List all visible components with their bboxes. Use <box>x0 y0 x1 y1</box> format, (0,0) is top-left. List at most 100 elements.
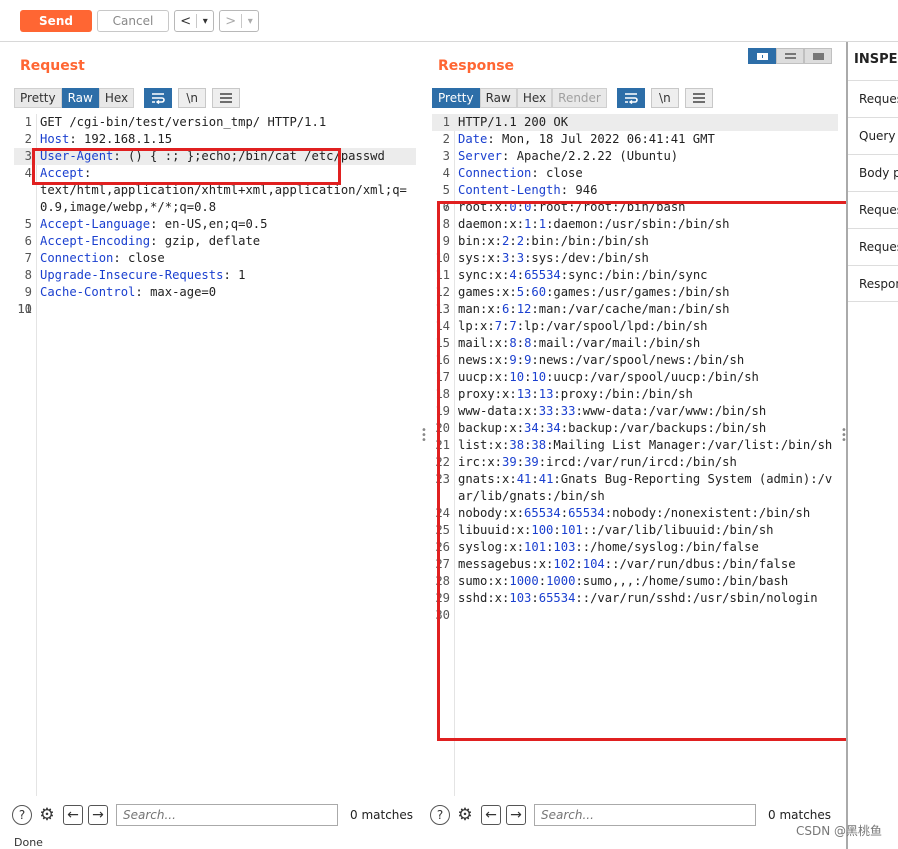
uid-number: 33 <box>538 404 554 418</box>
code-line: 21 list:x:38:38:Mailing List Manager:/var… <box>432 437 838 454</box>
help-icon[interactable]: ? <box>430 805 450 825</box>
passwd-separator: : <box>538 574 547 588</box>
request-editor[interactable]: 1 GET /cgi-bin/test/version_tmp/ HTTP/1.1… <box>14 114 416 796</box>
gid-number: 2 <box>516 234 525 248</box>
layout-stacked-icon[interactable] <box>776 48 804 64</box>
uid-number: 5 <box>516 285 525 299</box>
watermark: CSDN @黑桃鱼 <box>795 824 882 838</box>
arrow-right-icon[interactable]: → <box>88 805 108 825</box>
code-line: 15 mail:x:8:8:mail:/var/mail:/bin/sh <box>432 335 838 352</box>
newline-toggle-button[interactable]: \n <box>650 88 679 108</box>
cancel-button[interactable]: Cancel <box>97 10 169 32</box>
code-line: 20 backup:x:34:34:backup:/var/backups:/bi… <box>432 420 838 437</box>
gid-number: 1000 <box>546 574 576 588</box>
gear-icon[interactable]: ⚙ <box>37 805 57 825</box>
gear-icon[interactable]: ⚙ <box>455 805 475 825</box>
code-line: 27 messagebus:x:102:104::/var/run/dbus:/b… <box>432 556 838 573</box>
line-number: 4 <box>24 166 32 180</box>
drag-handle[interactable]: • • • <box>841 426 847 446</box>
response-editor[interactable]: 1 HTTP/1.1 200 OK 2 Date: Mon, 18 Jul 2022 … <box>432 114 838 796</box>
inspector-panel: INSPECTOR Request attributes Query param… <box>846 42 898 849</box>
layout-side-by-side-icon[interactable] <box>748 48 776 64</box>
code-line: 4 Connection: close <box>432 165 838 182</box>
code-line: 6 Accept-Encoding: gzip, deflate <box>14 233 416 250</box>
passwd-field: :uucp:/var/spool/uucp:/bin/sh <box>546 370 759 384</box>
response-search-input[interactable] <box>534 804 756 826</box>
tab-pretty[interactable]: Pretty <box>432 88 480 108</box>
code-line: 2 Date: Mon, 18 Jul 2022 06:41:41 GMT <box>432 131 838 148</box>
header-name: Cache-Control <box>40 285 136 299</box>
passwd-field: :Mailing List Manager:/var/list:/bin/sh <box>546 438 833 452</box>
header-name: Accept-Encoding <box>40 234 151 248</box>
passwd-separator: : <box>516 455 525 469</box>
layout-tabs-icon[interactable] <box>804 48 832 64</box>
send-button[interactable]: Send <box>20 10 92 32</box>
gid-number: 104 <box>582 557 605 571</box>
inspector-item[interactable]: Query parameters <box>848 117 898 154</box>
line-number: 26 <box>435 540 450 554</box>
header-value: : 192.168.1.15 <box>69 132 173 146</box>
arrow-left-icon[interactable]: ← <box>63 805 83 825</box>
line-number: 3 <box>442 149 450 163</box>
passwd-field: :bin:/bin:/bin/sh <box>524 234 649 248</box>
tab-hex[interactable]: Hex <box>98 88 135 108</box>
passwd-field: :www-data:/var/www:/bin/sh <box>575 404 767 418</box>
tab-pretty[interactable]: Pretty <box>14 88 62 108</box>
help-icon[interactable]: ? <box>12 805 32 825</box>
history-back-button[interactable]: < ▾ <box>174 10 214 32</box>
wrap-icon[interactable] <box>616 88 645 108</box>
passwd-separator: : <box>509 251 517 265</box>
line-number: 20 <box>435 421 450 435</box>
gid-number: 65534 <box>524 268 561 282</box>
inspector-item[interactable]: Request headers <box>848 228 898 265</box>
tab-raw[interactable]: Raw <box>479 88 517 108</box>
tab-hex[interactable]: Hex <box>516 88 553 108</box>
code-line: 9 bin:x:2:2:bin:/bin:/bin/sh <box>432 233 838 250</box>
wrap-icon[interactable] <box>144 88 173 108</box>
passwd-separator: : <box>531 387 539 401</box>
request-panel: Request Pretty Raw Hex \n 1 GET /cgi-bin/… <box>10 42 416 836</box>
inspector-item[interactable]: Request cookies <box>848 191 898 228</box>
line-number: 25 <box>435 523 450 537</box>
inspector-item[interactable]: Body parameters <box>848 154 898 191</box>
drag-handle[interactable]: • • • <box>421 426 427 446</box>
line-number: 1 <box>442 115 450 129</box>
line-number: 18 <box>435 387 450 401</box>
line-number: 2 <box>442 132 450 146</box>
history-forward-button[interactable]: > ▾ <box>219 10 259 32</box>
inspector-item[interactable]: Response headers <box>848 265 898 302</box>
gid-number: 34 <box>546 421 561 435</box>
newline-toggle-button[interactable]: \n <box>178 88 207 108</box>
code-line: 12 games:x:5:60:games:/usr/games:/bin/sh <box>432 284 838 301</box>
line-number: 16 <box>435 353 450 367</box>
passwd-field: mail:x: <box>458 336 510 350</box>
uid-number: 1000 <box>509 574 539 588</box>
menu-icon[interactable] <box>212 88 241 108</box>
code-line: 4 Accept: text/html,application/xhtml+xml… <box>14 165 416 216</box>
tab-raw[interactable]: Raw <box>61 88 99 108</box>
header-name: Connection <box>458 166 532 180</box>
passwd-separator: : <box>516 353 525 367</box>
passwd-field: :backup:/var/backups:/bin/sh <box>560 421 767 435</box>
arrow-right-icon[interactable]: → <box>506 805 526 825</box>
code-line: 9 Cache-Control: max-age=0 <box>14 284 416 301</box>
gid-number: 10 <box>531 370 547 384</box>
line-number: 27 <box>435 557 450 571</box>
status-bar: Done <box>14 836 43 849</box>
tab-render[interactable]: Render <box>552 88 607 108</box>
header-name: Content-Length <box>458 183 561 197</box>
header-value: : max-age=0 <box>135 285 217 299</box>
arrow-left-icon[interactable]: ← <box>481 805 501 825</box>
passwd-field: messagebus:x: <box>458 557 554 571</box>
uid-number: 100 <box>531 523 554 537</box>
request-search-input[interactable] <box>116 804 338 826</box>
code-line: 25 libuuid:x:100:101::/var/lib/libuuid:/b… <box>432 522 838 539</box>
code-line: 7 Connection: close <box>14 250 416 267</box>
header-value: : close <box>531 166 583 180</box>
inspector-item[interactable]: Request attributes <box>848 80 898 117</box>
menu-icon[interactable] <box>684 88 713 108</box>
line-number: 9 <box>442 234 450 248</box>
code-line: 5 Content-Length: 946 <box>432 182 838 199</box>
code-line: 22 irc:x:39:39:ircd:/var/run/ircd:/bin/sh <box>432 454 838 471</box>
passwd-separator: : <box>531 472 539 486</box>
